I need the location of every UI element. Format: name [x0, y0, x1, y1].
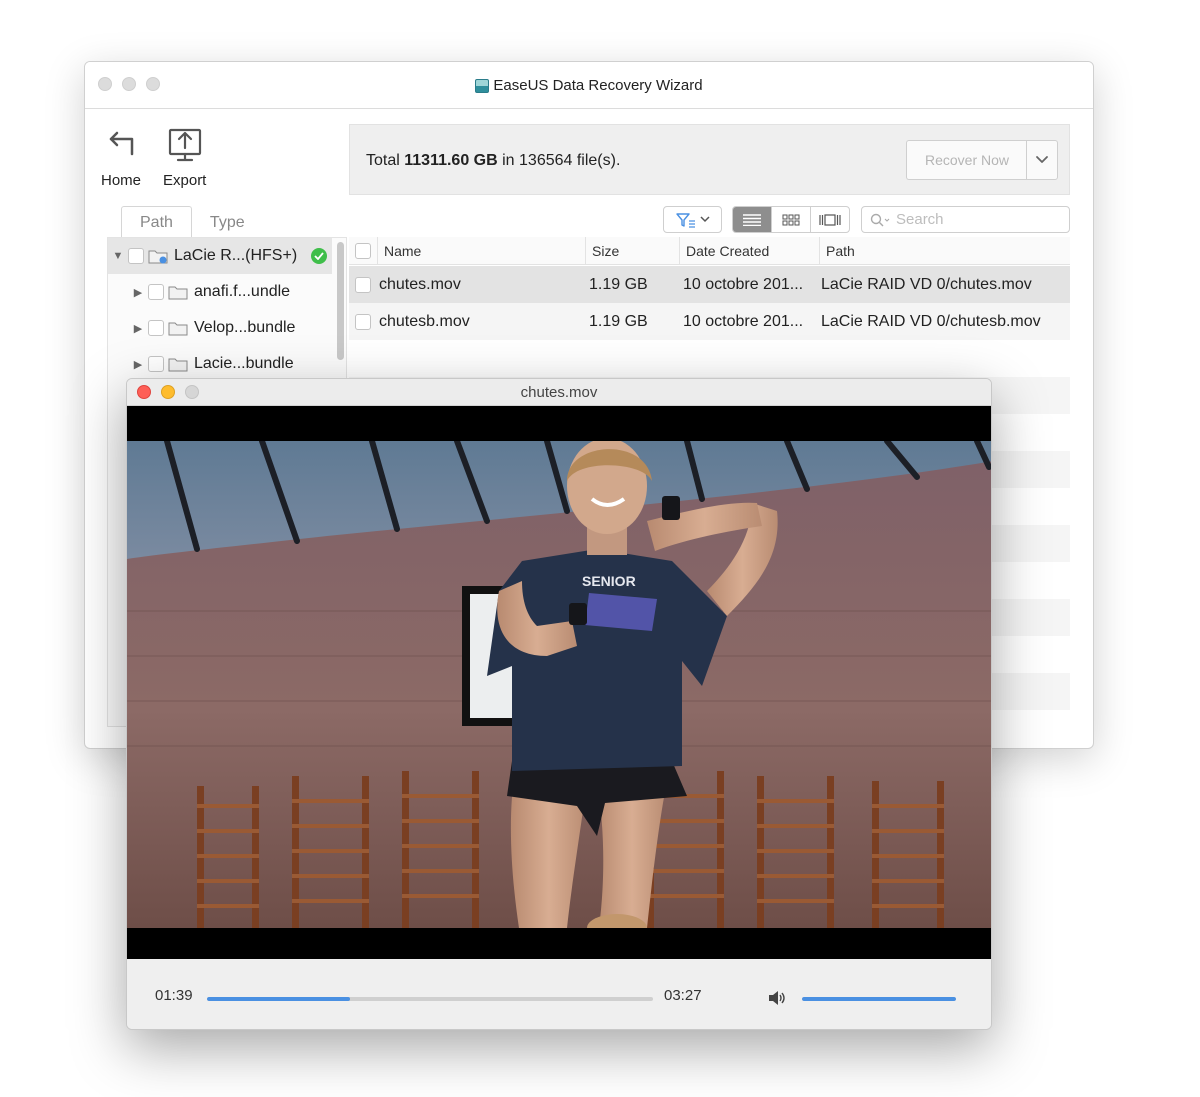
- scan-summary: Total 11311.60 GB in 136564 file(s).: [366, 152, 621, 169]
- tree-item-label: Velop...bundle: [194, 319, 296, 336]
- recover-options-button[interactable]: [1026, 140, 1058, 180]
- preview-view-button[interactable]: [811, 207, 849, 232]
- zoom-window-button[interactable]: [185, 385, 199, 399]
- file-name: chutesb.mov: [379, 312, 470, 330]
- list-view-icon: [743, 213, 761, 226]
- folder-icon: [168, 358, 188, 372]
- row-checkbox[interactable]: [355, 313, 371, 330]
- elapsed-time: 01:39: [155, 987, 193, 1004]
- export-button[interactable]: Export: [163, 126, 206, 189]
- grid-view-button[interactable]: [772, 207, 811, 232]
- recover-now-button[interactable]: Recover Now: [906, 140, 1027, 180]
- list-view-button[interactable]: [733, 207, 772, 232]
- tab-path[interactable]: Path: [121, 206, 192, 239]
- scan-summary-panel: Total 11311.60 GB in 136564 file(s). Rec…: [349, 124, 1070, 195]
- disclosure-triangle-icon[interactable]: ▶: [132, 322, 144, 335]
- title-bar: EaseUS Data Recovery Wizard: [85, 62, 1093, 109]
- file-date: 10 octobre 201...: [683, 312, 804, 330]
- filter-button[interactable]: [663, 206, 722, 233]
- player-title-bar: chutes.mov: [127, 379, 991, 406]
- file-name: chutes.mov: [379, 275, 461, 293]
- filmstrip-icon: [819, 213, 841, 226]
- tree-item-checkbox[interactable]: [148, 356, 164, 372]
- chevron-down-icon: [1036, 156, 1048, 163]
- checkmark-icon: [311, 248, 328, 264]
- row-checkbox[interactable]: [355, 276, 371, 293]
- column-header-size[interactable]: Size: [585, 237, 679, 265]
- home-label: Home: [101, 172, 142, 189]
- tree-item-drive[interactable]: ▼ LaCie R...(HFS+): [108, 238, 332, 274]
- file-size: 1.19 GB: [589, 312, 648, 330]
- column-header-name[interactable]: Name: [377, 237, 585, 265]
- total-size: 11311.60 GB: [404, 152, 498, 169]
- tree-item-folder[interactable]: ▶ Velop...bundle: [108, 310, 332, 346]
- video-frame-image: SENIOR: [127, 441, 991, 928]
- preview-player-window: chutes.mov SENIOR 01:39 03:27: [126, 378, 992, 1030]
- tree-item-label: Lacie...bundle: [194, 355, 294, 372]
- tree-scrollbar[interactable]: [337, 242, 344, 360]
- tab-type[interactable]: Type: [192, 206, 263, 239]
- disclosure-triangle-icon[interactable]: ▶: [132, 286, 144, 299]
- grid-view-icon: [782, 214, 800, 225]
- search-input[interactable]: [896, 211, 1066, 228]
- player-controls: 01:39 03:27: [127, 959, 991, 1029]
- select-all-checkbox[interactable]: [355, 243, 371, 259]
- filter-icon: [675, 212, 695, 228]
- file-date: 10 octobre 201...: [683, 275, 804, 293]
- column-header-date[interactable]: Date Created: [679, 237, 819, 265]
- home-button[interactable]: Home: [101, 126, 141, 189]
- view-tabs: Path Type: [121, 206, 263, 239]
- back-arrow-icon: [109, 131, 134, 156]
- file-path: LaCie RAID VD 0/chutesb.mov: [821, 312, 1041, 330]
- export-label: Export: [163, 172, 207, 189]
- file-count: 136564: [519, 152, 573, 169]
- view-mode-switcher: [732, 206, 850, 233]
- list-header: Name Size Date Created Path: [349, 237, 1070, 265]
- file-size: 1.19 GB: [589, 275, 648, 293]
- volume-slider[interactable]: [802, 997, 956, 1001]
- player-title: chutes.mov: [520, 383, 598, 401]
- chevron-down-icon: [699, 216, 710, 223]
- tree-item-checkbox[interactable]: [148, 320, 164, 336]
- tree-item-folder[interactable]: ▶ anafi.f...undle: [108, 274, 332, 310]
- video-frame: SENIOR: [127, 441, 991, 928]
- disclosure-triangle-icon[interactable]: ▼: [112, 250, 124, 262]
- file-path: LaCie RAID VD 0/chutes.mov: [821, 275, 1032, 293]
- folder-icon: [168, 286, 188, 300]
- tree-item-checkbox[interactable]: [148, 284, 164, 300]
- table-row[interactable]: chutes.mov 1.19 GB 10 octobre 201... LaC…: [349, 266, 1070, 303]
- tree-item-checkbox[interactable]: [128, 248, 144, 264]
- search-icon: [870, 213, 890, 226]
- minimize-window-button[interactable]: [161, 385, 175, 399]
- seek-bar[interactable]: [207, 997, 653, 1001]
- tree-item-folder[interactable]: ▶ Lacie...bundle: [108, 346, 332, 382]
- disclosure-triangle-icon[interactable]: ▶: [132, 358, 144, 371]
- seek-progress: [207, 997, 350, 1001]
- close-window-button[interactable]: [137, 385, 151, 399]
- shirt-print-text: SENIOR: [582, 573, 636, 589]
- select-all-column: [349, 237, 377, 265]
- folder-icon: [168, 322, 188, 336]
- tree-item-label: LaCie R...(HFS+): [174, 247, 298, 264]
- tree-item-label: anafi.f...undle: [194, 283, 291, 300]
- total-duration: 03:27: [664, 987, 702, 1004]
- column-header-path[interactable]: Path: [819, 237, 1070, 265]
- table-row[interactable]: chutesb.mov 1.19 GB 10 octobre 201... La…: [349, 303, 1070, 340]
- search-box[interactable]: [861, 206, 1070, 233]
- export-icon: [168, 128, 201, 162]
- volume-level: [802, 997, 956, 1001]
- volume-icon[interactable]: [767, 990, 787, 1006]
- drive-folder-icon: [148, 250, 168, 264]
- video-area[interactable]: SENIOR: [127, 406, 991, 959]
- app-icon: [475, 78, 490, 93]
- window-title: EaseUS Data Recovery Wizard: [493, 77, 703, 94]
